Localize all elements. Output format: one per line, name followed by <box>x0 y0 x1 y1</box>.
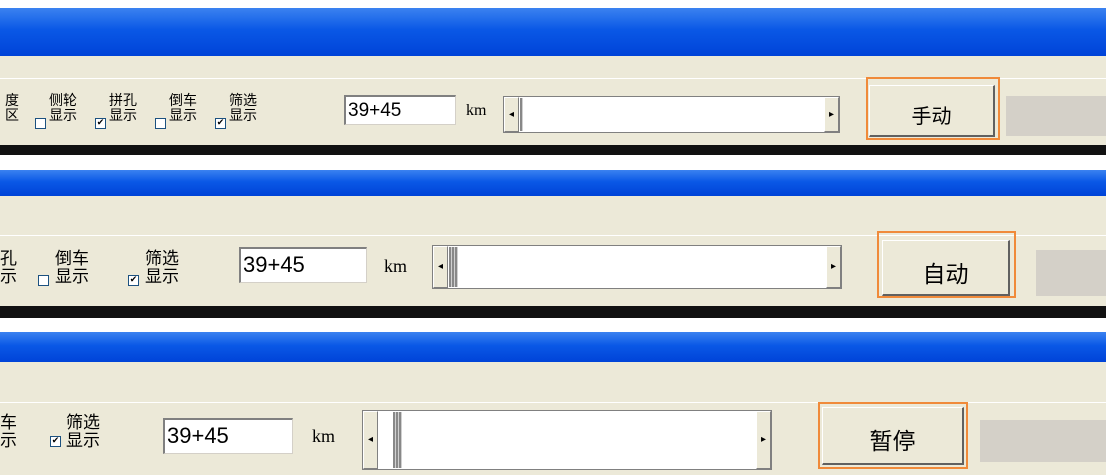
label-splice-hole: 拼孔 显示 <box>109 93 137 124</box>
control-panel-auto: 孔示 倒车 显示 ✔ 筛选 显示 39+45 km ◂ ▸ 自动 <box>0 170 1106 318</box>
window-titlebar <box>0 332 1106 362</box>
label-reverse: 倒车 显示 <box>169 93 197 124</box>
unit-label: km <box>466 102 487 119</box>
disabled-button <box>1006 96 1106 136</box>
label-zone: 度区 <box>5 93 19 124</box>
label-reverse: 车示 <box>0 413 17 451</box>
highlight-box <box>866 77 1000 140</box>
checkbox-splice-hole[interactable]: ✔ <box>95 118 106 129</box>
menu-bar <box>0 196 1106 235</box>
status-strip <box>0 306 1106 318</box>
control-panel-manual: 度区 侧轮 显示 ✔ 拼孔 显示 倒车 显示 ✔ 筛选 显示 39+45 km ◂ ▸ … <box>0 0 1106 155</box>
mileage-scrollbar[interactable]: ◂ ▸ <box>362 410 772 470</box>
unit-label: km <box>312 426 336 446</box>
label-filter: 筛选 显示 <box>145 249 179 287</box>
mileage-input[interactable]: 39+45 <box>344 95 456 125</box>
label-filter: 筛选 显示 <box>66 413 100 451</box>
checkbox-side-wheel[interactable] <box>35 118 46 129</box>
control-panel-pause: 车示 ✔ 筛选 显示 39+45 km ◂ ▸ 暂停 <box>0 332 1106 475</box>
checkbox-reverse[interactable] <box>155 118 166 129</box>
disabled-button <box>1036 250 1106 296</box>
disabled-button <box>980 420 1106 462</box>
label-filter: 筛选 显示 <box>229 93 257 124</box>
mileage-scrollbar[interactable]: ◂ ▸ <box>503 96 840 133</box>
scroll-left-button[interactable]: ◂ <box>433 246 448 288</box>
checkbox-filter[interactable]: ✔ <box>128 275 139 286</box>
checkbox-reverse[interactable] <box>38 275 49 286</box>
window-titlebar <box>0 8 1106 56</box>
status-strip <box>0 145 1106 155</box>
highlight-box <box>818 402 968 469</box>
scroll-thumb[interactable] <box>449 247 458 287</box>
mileage-scrollbar[interactable]: ◂ ▸ <box>432 245 842 289</box>
checkbox-filter[interactable]: ✔ <box>215 118 226 129</box>
mileage-input[interactable]: 39+45 <box>163 418 293 454</box>
unit-label: km <box>384 256 408 276</box>
scroll-thumb[interactable] <box>520 98 523 131</box>
scroll-thumb[interactable] <box>393 412 402 468</box>
scroll-left-button[interactable]: ◂ <box>363 411 378 469</box>
mileage-input[interactable]: 39+45 <box>239 247 367 283</box>
scroll-right-button[interactable]: ▸ <box>824 97 839 132</box>
scroll-left-button[interactable]: ◂ <box>504 97 519 132</box>
label-splice-hole: 孔示 <box>0 249 17 287</box>
scroll-right-button[interactable]: ▸ <box>756 411 771 469</box>
scroll-right-button[interactable]: ▸ <box>826 246 841 288</box>
highlight-box <box>877 231 1016 298</box>
checkbox-filter[interactable]: ✔ <box>50 436 61 447</box>
window-titlebar <box>0 170 1106 196</box>
menu-bar <box>0 362 1106 402</box>
menu-bar <box>0 56 1106 78</box>
label-reverse: 倒车 显示 <box>55 249 89 287</box>
label-side-wheel: 侧轮 显示 <box>49 93 77 124</box>
